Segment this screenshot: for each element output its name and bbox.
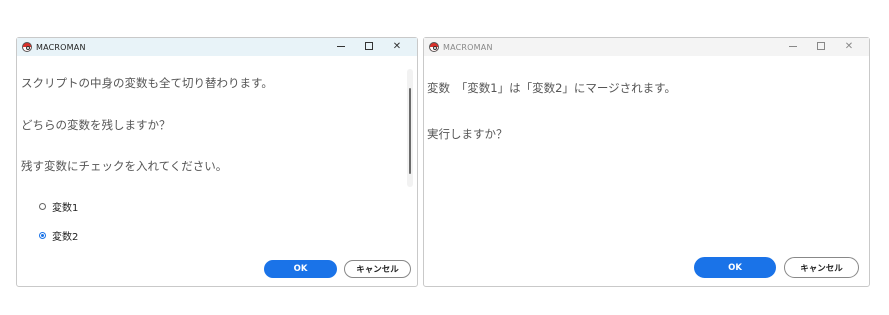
message-line-2: どちらの変数を残しますか？	[21, 118, 171, 132]
dialog-title: MACROMAN	[36, 42, 86, 52]
option-variable-2[interactable]: 変数2	[39, 228, 78, 243]
message-line-2: 実行しますか？	[427, 127, 508, 141]
radio-button-selected[interactable]	[39, 232, 46, 239]
maximize-icon[interactable]	[355, 38, 383, 56]
select-variable-dialog: MACROMAN ✕ スクリプトの中身の変数も全て切り替わります。 どちらの変数…	[16, 37, 418, 287]
message-line-3: 残す変数にチェックを入れてください。	[21, 159, 228, 173]
radio-button[interactable]	[39, 203, 46, 210]
cancel-button[interactable]: キャンセル	[344, 260, 411, 278]
message-line-1: 変数 「変数1」は「変数2」にマージされます。	[427, 81, 677, 95]
minimize-icon[interactable]	[327, 38, 355, 56]
ok-button[interactable]: OK	[694, 257, 776, 278]
scrollbar-thumb[interactable]	[409, 88, 411, 174]
app-logo-icon	[429, 42, 439, 52]
app-logo-icon	[22, 42, 32, 52]
option-label: 変数1	[52, 203, 79, 214]
merge-confirm-dialog: MACROMAN ✕ 変数 「変数1」は「変数2」にマージされます。 実行します…	[423, 37, 870, 287]
maximize-icon[interactable]	[807, 38, 835, 56]
option-label: 変数2	[52, 232, 79, 243]
dialog-title: MACROMAN	[443, 42, 493, 52]
ok-button[interactable]: OK	[264, 260, 337, 278]
minimize-icon[interactable]	[779, 38, 807, 56]
message-line-1: スクリプトの中身の変数も全て切り替わります。	[21, 76, 273, 90]
dialog-titlebar[interactable]: MACROMAN ✕	[17, 38, 417, 56]
dialog-titlebar[interactable]: MACROMAN ✕	[424, 38, 869, 56]
window-controls: ✕	[779, 38, 863, 56]
close-icon[interactable]: ✕	[383, 38, 411, 56]
close-icon[interactable]: ✕	[835, 38, 863, 56]
option-variable-1[interactable]: 変数1	[39, 199, 78, 214]
cancel-button[interactable]: キャンセル	[784, 257, 859, 278]
window-controls: ✕	[327, 38, 411, 56]
